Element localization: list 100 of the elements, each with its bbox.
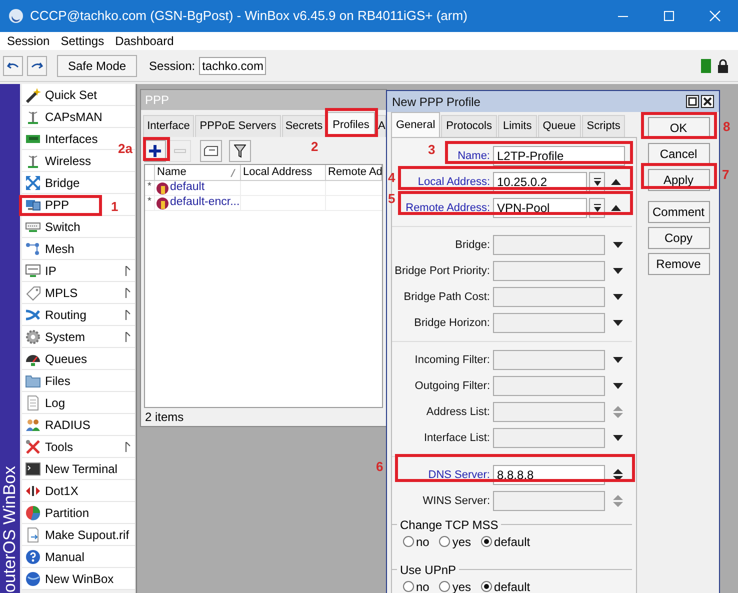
sidebar-item[interactable]: New Terminal [22,458,135,480]
menu-item[interactable]: Dashboard [115,32,174,50]
tools-icon [25,438,41,454]
sidebar-item[interactable]: MPLS [22,282,135,304]
session-field[interactable]: tachko.com [199,56,266,74]
sidebar-item[interactable]: Manual [22,546,135,568]
undo-button[interactable] [3,56,23,76]
input-field[interactable] [493,261,605,281]
app-icon [8,8,24,24]
tab[interactable]: General [391,112,440,137]
comment-button[interactable] [200,140,222,162]
profile-icon [156,196,169,210]
group-title: Use UPnP [400,562,456,578]
sidebar-item[interactable]: Routing [22,304,135,326]
tab[interactable]: Protocols [441,115,497,137]
column-header[interactable]: Name [155,165,241,180]
redo-button[interactable] [27,56,47,76]
radio-option[interactable]: no [403,578,430,593]
dialog-button[interactable]: Remove [648,253,710,275]
down-arrow-icon[interactable] [613,357,623,363]
profile-icon [156,182,169,194]
down-arrow-icon[interactable] [613,320,623,326]
sidebar-item[interactable]: New WinBox [22,568,135,590]
menu-item[interactable]: Session [7,32,50,50]
step-number: 4 [388,171,396,185]
sidebar-item[interactable]: Mesh [22,238,135,260]
step-number: 6 [376,460,384,474]
field-label: Local Address: [418,174,490,190]
dialog-button[interactable]: Comment [648,201,710,223]
tab[interactable]: Queue [538,115,581,137]
sidebar-item[interactable]: Make Supout.rif [22,524,135,546]
down-arrow-icon[interactable] [613,268,623,274]
tab[interactable]: Limits [498,115,537,137]
field-label: Outgoing Filter: [414,378,490,394]
sort-icon [230,168,236,176]
radio-option[interactable]: default [481,532,530,550]
dialog-button[interactable]: Cancel [648,143,710,165]
field-label: Bridge Port Priority: [394,264,490,279]
input-field[interactable] [493,235,605,255]
radio-option[interactable]: yes [439,532,472,550]
maximize-icon[interactable] [686,95,699,108]
safe-mode-button[interactable]: Safe Mode [57,54,138,76]
menu-item[interactable]: Settings [60,32,104,50]
tab[interactable]: PPPoE Servers [195,115,281,137]
sidebar-item[interactable]: Log [22,392,135,414]
antenna-icon [25,108,41,124]
tab[interactable]: Interface [143,115,194,137]
input-field[interactable] [493,428,605,448]
field-label: Bridge Path Cost: [404,290,490,305]
radio-option[interactable]: yes [439,578,472,593]
sidebar-item[interactable]: System [22,326,135,348]
sidebar-item[interactable]: Tools [22,436,135,458]
input-field[interactable] [493,402,605,422]
session-label: Session: [149,58,196,74]
sidebar-item[interactable]: RADIUS [22,414,135,436]
dialog-button[interactable]: Copy [648,227,710,249]
minus-icon [174,148,186,152]
sidebar-item[interactable]: Queues [22,348,135,370]
sidebar-item[interactable]: Partition [22,502,135,524]
column-header[interactable]: Remote Ad [326,165,382,180]
down-arrow-icon[interactable] [613,294,623,300]
redo-icon [31,60,43,70]
sidebar-item[interactable]: Bridge [22,172,135,194]
input-field[interactable] [493,287,605,307]
plus-icon [149,144,161,156]
field-label: Address List: [426,404,490,420]
radio-option[interactable]: default [481,578,530,593]
close-icon[interactable] [701,95,714,108]
up-arrow-icon[interactable] [611,179,621,185]
row-status-text: * [148,196,152,209]
spin-arrows-icon[interactable] [613,469,623,481]
input-field[interactable] [493,313,605,333]
column-header[interactable]: Local Address [241,165,326,180]
wand-icon [25,86,41,102]
radio-option[interactable]: no [403,532,430,550]
step-number: 3 [428,143,436,157]
down-arrow-icon[interactable] [613,435,623,441]
step-number: 8 [723,120,730,134]
down-arrow-icon[interactable] [613,242,623,248]
input-field[interactable] [493,376,605,396]
down-arrow-icon[interactable] [613,383,623,389]
status-text: 2 items [145,409,184,426]
document-icon [25,394,41,410]
sidebar-item[interactable]: Dot1X [22,480,135,502]
sidebar-item[interactable]: CAPsMAN [22,106,135,128]
input-field[interactable] [493,350,605,370]
table-cell-text: default-encr... [170,195,240,210]
filter-button[interactable] [229,140,251,162]
sidebar-item[interactable]: Switch [22,216,135,238]
nodes-icon [25,240,41,256]
undo-icon [7,60,19,70]
tab[interactable]: Secrets [282,115,326,137]
sidebar-item[interactable]: Quick Set [22,84,135,106]
sidebar-item[interactable]: IP [22,260,135,282]
sidebar-item[interactable]: Files [22,370,135,392]
up-arrow-icon[interactable] [611,205,621,211]
antenna-icon [25,152,41,168]
field-label: Name: [458,148,490,164]
input-field[interactable] [493,491,605,511]
tab[interactable]: Scripts [582,115,626,137]
